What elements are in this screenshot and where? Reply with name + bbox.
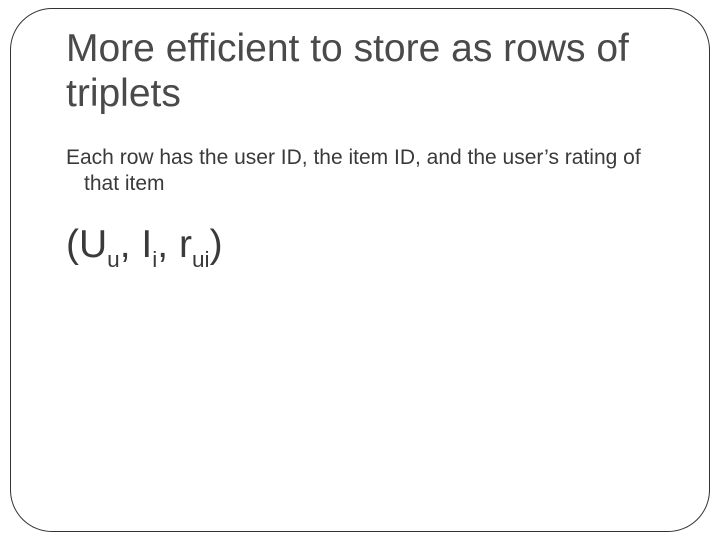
term-r-base: r — [179, 223, 192, 266]
separator-1: , — [120, 223, 142, 266]
slide-frame: More efficient to store as rows of tripl… — [10, 8, 710, 532]
slide-body: Each row has the user ID, the item ID, a… — [66, 145, 659, 198]
slide-title: More efficient to store as rows of tripl… — [66, 27, 659, 117]
triplet-formula: (Uu, Ii, rui) — [66, 225, 659, 270]
term-i-base: I — [141, 223, 152, 266]
term-r-sub: ui — [192, 247, 210, 272]
term-u-base: U — [79, 223, 107, 266]
slide: More efficient to store as rows of tripl… — [0, 0, 720, 540]
separator-2: , — [157, 223, 179, 266]
paren-close: ) — [210, 223, 223, 266]
body-text: Each row has the user ID, the item ID, a… — [66, 145, 659, 198]
paren-open: ( — [66, 223, 79, 266]
term-i-sub: i — [152, 247, 157, 272]
term-u-sub: u — [107, 247, 120, 272]
